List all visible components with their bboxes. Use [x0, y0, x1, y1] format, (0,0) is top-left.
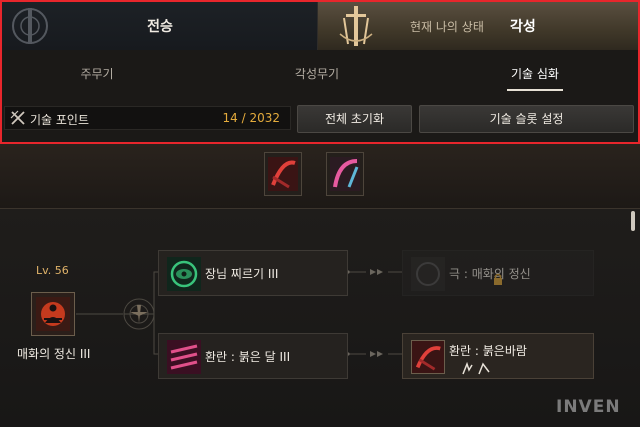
equipped-skill-slot-1[interactable]: [264, 152, 302, 196]
skill-node-red-moon[interactable]: 환란 : 붉은 달 III: [158, 333, 348, 379]
tab-skill-enhance[interactable]: 기술 심화: [502, 65, 568, 82]
locked-skill-icon: [411, 257, 445, 291]
reset-all-button[interactable]: 전체 초기화: [297, 105, 412, 133]
skill-node-blind-thrust[interactable]: 장님 찌르기 III: [158, 250, 348, 296]
skill-point-row: 기술 포인트 14 / 2032 전체 초기화 기술 슬롯 설정: [2, 96, 638, 142]
skill-level: Lv. 56: [36, 264, 69, 277]
tab-awakening-label: 각성: [510, 19, 536, 35]
skill-point-label: 기술 포인트: [30, 113, 90, 127]
tab-succession-label: 전승: [147, 19, 173, 35]
red-slash-skill-icon: [268, 157, 298, 191]
input-command-icon: [462, 362, 490, 375]
skill-node-name: 환란 : 붉은 달 III: [205, 350, 291, 364]
class-tabs: 전승 현재 나의 상태 각성: [2, 2, 638, 50]
weapon-tabs: 주무기 각성무기 기술 심화: [2, 50, 638, 96]
watermark-logo: INVEN: [556, 397, 621, 417]
tab-awakening[interactable]: 현재 나의 상태 각성: [318, 2, 638, 50]
pink-blade-skill-icon: [330, 157, 360, 191]
equipped-skill-slot-2[interactable]: [326, 152, 364, 196]
active-tab-underline: [507, 89, 563, 91]
skill-point-icon: [10, 110, 25, 125]
current-status-label: 현재 나의 상태: [410, 20, 484, 34]
lock-icon: [494, 273, 502, 285]
skill-slot-settings-button[interactable]: 기술 슬롯 설정: [419, 105, 634, 133]
skill-node-name: 장님 찌르기 III: [205, 267, 279, 281]
red-moon-skill-icon: [167, 340, 201, 374]
root-skill-slot[interactable]: [31, 292, 75, 336]
tab-succession[interactable]: 전승: [2, 2, 318, 50]
root-skill-name: 매화의 정신 III: [17, 347, 91, 361]
scrollbar-thumb[interactable]: [631, 211, 635, 231]
skill-point-value: 14 / 2032: [222, 111, 280, 125]
tab-awakening-weapon[interactable]: 각성무기: [282, 65, 352, 82]
tab-main-weapon[interactable]: 주무기: [72, 65, 122, 82]
awakening-emblem-icon: [339, 6, 373, 46]
skill-node-locked[interactable]: 극 : 매화의 정신: [402, 250, 594, 296]
skill-node-name: 극 : 매화의 정신: [449, 267, 531, 281]
skill-node-red-wind[interactable]: 환란 : 붉은바람: [402, 333, 594, 379]
skill-point-box: 기술 포인트 14 / 2032: [4, 106, 291, 130]
meditation-skill-icon: [36, 297, 70, 331]
green-eye-skill-icon: [167, 257, 201, 291]
skill-tree-area: [0, 208, 640, 427]
red-wind-skill-icon: [411, 340, 445, 374]
skill-node-name: 환란 : 붉은바람: [449, 344, 527, 358]
skill-header-panel: 전승 현재 나의 상태 각성 주무기 각성무기 기술 심화 기술 포인트 14 …: [0, 0, 640, 144]
equipped-skill-band: [0, 144, 640, 208]
